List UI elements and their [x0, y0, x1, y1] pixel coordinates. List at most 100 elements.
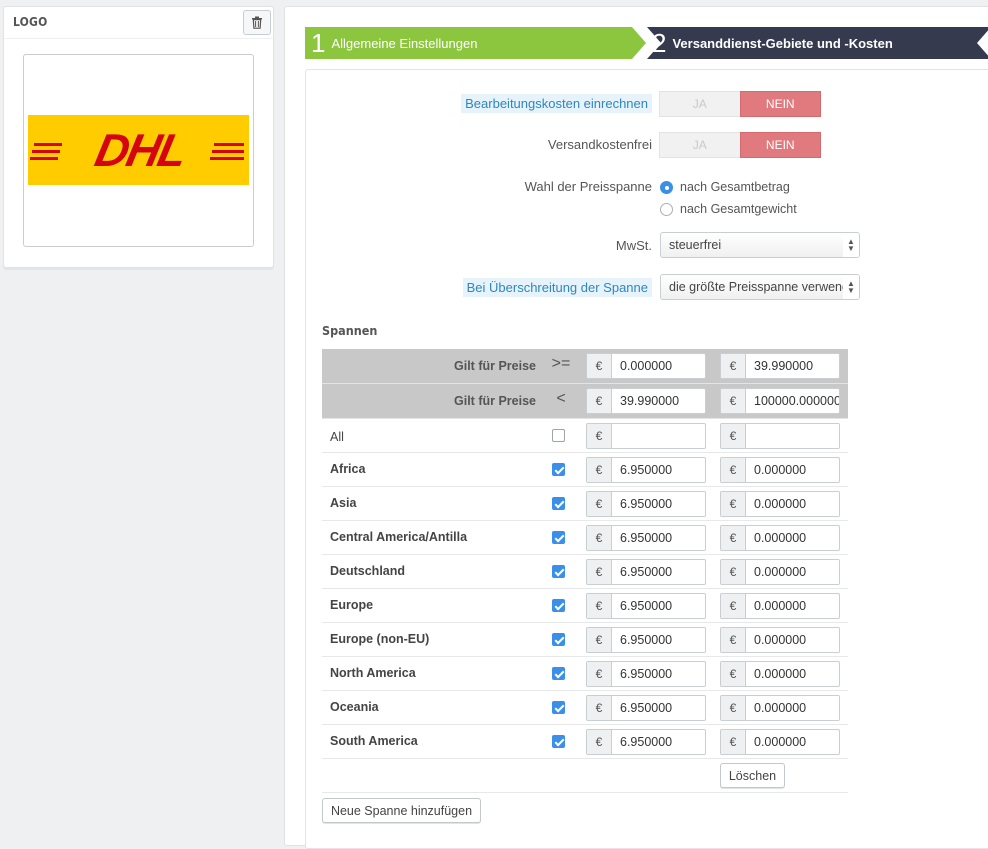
- toggle-yes[interactable]: JA: [659, 91, 740, 117]
- input-value[interactable]: 6.950000: [612, 560, 705, 584]
- zone-row: Europe €6.950000 €0.000000: [322, 589, 848, 623]
- input-value[interactable]: 39.990000: [746, 354, 839, 378]
- fee-input[interactable]: €6.950000: [586, 525, 706, 551]
- input-value[interactable]: 6.950000: [612, 628, 705, 652]
- zone-checkbox[interactable]: [552, 701, 565, 714]
- free-shipping-label: Versandkostenfrei: [547, 137, 652, 152]
- zone-checkbox[interactable]: [552, 633, 565, 646]
- input-value[interactable]: 6.950000: [612, 492, 705, 516]
- fee-input[interactable]: €: [586, 423, 706, 449]
- input-value[interactable]: 6.950000: [612, 458, 705, 482]
- zone-checkbox[interactable]: [552, 531, 565, 544]
- input-value[interactable]: 0.000000: [746, 662, 839, 686]
- zone-row: Asia €6.950000 €0.000000: [322, 487, 848, 521]
- currency-addon: €: [587, 662, 612, 686]
- select-value: die größte Preisspanne verwenden: [669, 280, 860, 294]
- zone-label: Europe (non-EU): [330, 632, 430, 646]
- input-value[interactable]: 0.000000: [746, 560, 839, 584]
- input-value[interactable]: 0.000000: [746, 492, 839, 516]
- input-value[interactable]: 0.000000: [746, 458, 839, 482]
- fee-input[interactable]: €6.950000: [586, 661, 706, 687]
- operator-ge: >=: [551, 355, 571, 372]
- currency-addon: €: [587, 389, 612, 413]
- out-of-range-select[interactable]: die größte Preisspanne verwenden ▲ ▼: [660, 274, 860, 300]
- currency-addon: €: [721, 594, 746, 618]
- zone-checkbox[interactable]: [552, 565, 565, 578]
- input-value[interactable]: 6.950000: [612, 526, 705, 550]
- input-value[interactable]: 0.000000: [746, 628, 839, 652]
- input-value[interactable]: [746, 424, 839, 448]
- input-value[interactable]: 39.990000: [612, 389, 705, 413]
- radio-label: nach Gesamtgewicht: [680, 202, 797, 216]
- zone-checkbox[interactable]: [552, 735, 565, 748]
- fee-input[interactable]: €0.000000: [720, 695, 840, 721]
- fee-input[interactable]: €: [720, 423, 840, 449]
- fee-input[interactable]: €6.950000: [586, 627, 706, 653]
- zone-checkbox[interactable]: [552, 497, 565, 510]
- free-shipping-toggle[interactable]: JA NEIN: [659, 132, 821, 158]
- range-max-input[interactable]: € 100000.000000: [720, 388, 840, 414]
- ranges-table: Gilt für Preise >= € 0.000000 € 39.99000…: [322, 349, 848, 793]
- add-range-button[interactable]: Neue Spanne hinzufügen: [322, 798, 481, 823]
- radio-button-checked[interactable]: [660, 180, 673, 194]
- wizard-step-zones-costs[interactable]: 2 Versanddienst-Gebiete und -Kosten: [646, 27, 988, 59]
- input-value[interactable]: 6.950000: [612, 594, 705, 618]
- zone-checkbox[interactable]: [552, 667, 565, 680]
- logo-image-frame: DHL: [23, 54, 254, 247]
- fee-input[interactable]: €0.000000: [720, 525, 840, 551]
- toggle-yes[interactable]: JA: [659, 132, 740, 158]
- fee-input[interactable]: €6.950000: [586, 491, 706, 517]
- radio-button-unchecked[interactable]: [660, 202, 673, 216]
- fee-input[interactable]: €6.950000: [586, 695, 706, 721]
- fee-input[interactable]: €6.950000: [586, 457, 706, 483]
- currency-addon: €: [721, 424, 746, 448]
- fee-input[interactable]: €0.000000: [720, 627, 840, 653]
- input-value[interactable]: 0.000000: [746, 526, 839, 550]
- fee-input[interactable]: €6.950000: [586, 559, 706, 585]
- zone-checkbox[interactable]: [552, 463, 565, 476]
- input-value[interactable]: 6.950000: [612, 730, 705, 754]
- fee-input[interactable]: €0.000000: [720, 593, 840, 619]
- fee-input[interactable]: €0.000000: [720, 661, 840, 687]
- radio-by-total-weight[interactable]: nach Gesamtgewicht: [660, 198, 797, 220]
- fee-input[interactable]: €0.000000: [720, 559, 840, 585]
- delete-logo-button[interactable]: [243, 10, 271, 35]
- billing-row: Wahl der Preisspanne nach Gesamtbetrag n…: [306, 173, 988, 223]
- range-max-input[interactable]: € 39.990000: [586, 388, 706, 414]
- currency-addon: €: [587, 696, 612, 720]
- input-value[interactable]: 6.950000: [612, 662, 705, 686]
- input-value[interactable]: 100000.000000: [746, 389, 839, 413]
- input-value[interactable]: [612, 424, 705, 448]
- zone-row-all: All € €: [322, 419, 848, 453]
- fee-input[interactable]: €6.950000: [586, 729, 706, 755]
- toggle-no[interactable]: NEIN: [739, 91, 821, 117]
- zone-label: All: [330, 430, 344, 444]
- range-min-input[interactable]: € 39.990000: [720, 353, 840, 379]
- zone-row: North America €6.950000 €0.000000: [322, 657, 848, 691]
- zone-checkbox[interactable]: [552, 429, 565, 442]
- handling-toggle[interactable]: JA NEIN: [659, 91, 821, 117]
- wizard-step-general[interactable]: 1 Allgemeine Einstellungen: [305, 27, 645, 59]
- tax-select[interactable]: steuerfrei ▲ ▼: [660, 232, 860, 258]
- fee-input[interactable]: €0.000000: [720, 457, 840, 483]
- zone-checkbox[interactable]: [552, 599, 565, 612]
- step-number: 2: [652, 28, 667, 58]
- input-value[interactable]: 0.000000: [612, 354, 705, 378]
- fee-input[interactable]: €0.000000: [720, 491, 840, 517]
- wizard-steps: 1 Allgemeine Einstellungen 2 Versanddien…: [305, 27, 988, 59]
- trash-icon: [252, 16, 262, 29]
- operator-lt: <: [556, 390, 566, 407]
- range-min-input[interactable]: € 0.000000: [586, 353, 706, 379]
- delete-range-button[interactable]: Löschen: [720, 763, 785, 788]
- tax-row: MwSt. steuerfrei ▲ ▼: [306, 232, 988, 260]
- range-header-label: Gilt für Preise: [454, 394, 536, 408]
- input-value[interactable]: 0.000000: [746, 696, 839, 720]
- fee-input[interactable]: €0.000000: [720, 729, 840, 755]
- fee-input[interactable]: €6.950000: [586, 593, 706, 619]
- zone-row: Europe (non-EU) €6.950000 €0.000000: [322, 623, 848, 657]
- input-value[interactable]: 6.950000: [612, 696, 705, 720]
- toggle-no[interactable]: NEIN: [739, 132, 821, 158]
- input-value[interactable]: 0.000000: [746, 594, 839, 618]
- radio-by-total-price[interactable]: nach Gesamtbetrag: [660, 176, 797, 198]
- input-value[interactable]: 0.000000: [746, 730, 839, 754]
